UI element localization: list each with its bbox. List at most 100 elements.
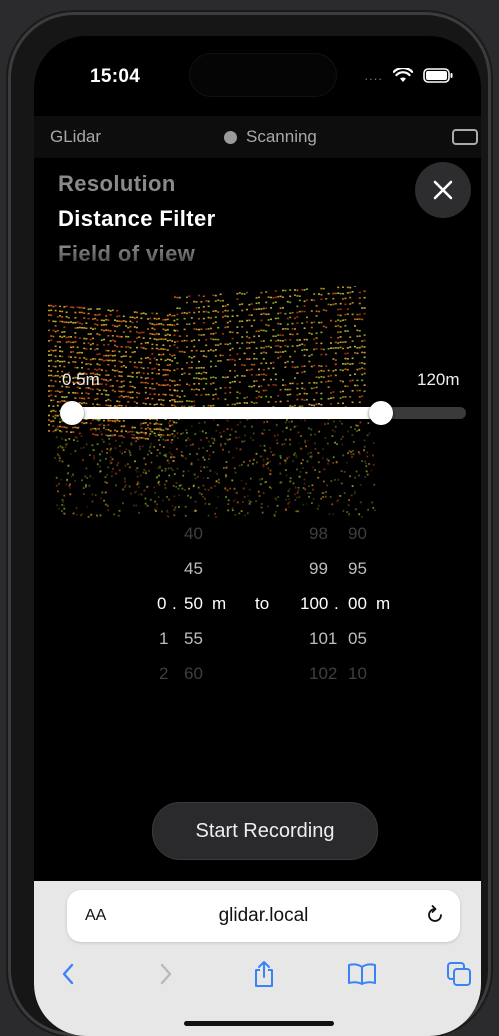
point-cloud-dot [76, 352, 79, 354]
point-cloud-dot [52, 409, 55, 412]
point-cloud-dot [243, 496, 246, 498]
point-cloud-dot [263, 444, 266, 447]
point-cloud-dot [103, 499, 105, 502]
share-button[interactable] [244, 954, 284, 994]
picker-min-fraction[interactable]: 50 [184, 594, 203, 614]
distance-picker[interactable]: 40 98 90 45 99 95 0 . 50 m to 100 . 00 m… [34, 524, 481, 684]
point-cloud-dot [238, 464, 241, 467]
close-button[interactable] [415, 162, 471, 218]
point-cloud-dot [173, 508, 176, 511]
menu-item-resolution[interactable]: Resolution [58, 170, 216, 205]
point-cloud-dot [228, 450, 230, 453]
point-cloud-dot [205, 372, 208, 374]
point-cloud-dot [207, 350, 210, 352]
point-cloud-dot [153, 393, 156, 395]
point-cloud-dot [337, 324, 340, 327]
point-cloud-dot [332, 297, 335, 300]
point-cloud-dot [130, 492, 132, 495]
point-cloud-dot [89, 422, 92, 425]
point-cloud-dot [92, 419, 94, 421]
point-cloud-dot [316, 507, 319, 510]
point-cloud-dot [101, 450, 103, 453]
point-cloud-dot [61, 320, 64, 323]
point-cloud-dot [331, 435, 334, 437]
point-cloud-dot [121, 452, 124, 455]
picker-max-fraction[interactable]: 00 [348, 594, 367, 614]
point-cloud-dot [57, 446, 60, 449]
tabs-button[interactable] [439, 954, 479, 994]
bookmarks-button[interactable] [342, 954, 382, 994]
picker-max-whole[interactable]: 100 [300, 594, 328, 614]
distance-range-slider[interactable] [60, 401, 466, 425]
point-cloud-dot [107, 359, 110, 362]
point-cloud-dot [317, 452, 320, 454]
point-cloud-dot [349, 286, 352, 289]
point-cloud-dot [322, 325, 325, 328]
point-cloud-dot [99, 430, 102, 433]
picker-min-whole[interactable]: 0 [157, 594, 166, 614]
point-cloud-dot [334, 292, 337, 295]
forward-button[interactable] [146, 954, 186, 994]
point-cloud-dot [96, 463, 99, 466]
point-cloud-dot [136, 316, 138, 319]
point-cloud-dot [61, 460, 64, 463]
point-cloud-dot [195, 394, 198, 396]
point-cloud-dot [74, 392, 77, 394]
point-cloud-dot [315, 382, 318, 384]
point-cloud-dot [124, 451, 126, 453]
point-cloud-dot [111, 369, 114, 371]
point-cloud-dot [67, 317, 70, 319]
point-cloud-dot [127, 336, 130, 338]
point-cloud-dot [332, 358, 335, 360]
point-cloud-dot [213, 485, 216, 488]
point-cloud-dot [339, 302, 342, 305]
point-cloud-dot [103, 329, 105, 332]
point-cloud-dot [129, 316, 132, 319]
point-cloud-dot [310, 365, 313, 368]
point-cloud-dot [329, 496, 332, 498]
point-cloud-dot [231, 337, 234, 340]
point-cloud-dot [202, 306, 205, 308]
slider-min-thumb[interactable] [60, 401, 84, 425]
point-cloud-dot [169, 334, 171, 336]
point-cloud-dot [373, 483, 376, 486]
point-cloud-dot [258, 330, 260, 332]
point-cloud-dot [142, 337, 145, 339]
point-cloud-dot [129, 330, 132, 333]
point-cloud-dot [176, 340, 179, 343]
reload-icon[interactable] [424, 904, 446, 926]
point-cloud-dot [103, 359, 105, 362]
point-cloud-dot [67, 336, 70, 338]
point-cloud-dot [262, 465, 265, 468]
point-cloud-dot [322, 480, 325, 483]
point-cloud-dot [65, 426, 68, 429]
point-cloud-dot [217, 424, 220, 427]
point-cloud-dot [155, 347, 158, 350]
picker-cell: 60 [184, 664, 203, 683]
back-button[interactable] [48, 954, 88, 994]
point-cloud-dot [94, 494, 97, 496]
point-cloud-dot [222, 305, 224, 307]
address-bar[interactable]: AA glidar.local [67, 890, 460, 942]
point-cloud-dot [140, 331, 143, 334]
point-cloud-dot [116, 400, 119, 402]
point-cloud-dot [303, 289, 306, 291]
point-cloud-dot [339, 391, 342, 393]
point-cloud-dot [288, 488, 291, 491]
point-cloud-dot [205, 355, 208, 358]
point-cloud-dot [59, 355, 61, 357]
point-cloud-dot [265, 323, 268, 326]
point-cloud-dot [108, 438, 111, 440]
point-cloud-dot [230, 428, 233, 431]
point-cloud-dot [241, 342, 244, 345]
menu-item-distance-filter[interactable]: Distance Filter [58, 205, 216, 240]
menu-item-field-of-view[interactable]: Field of view [58, 240, 216, 275]
start-recording-button[interactable]: Start Recording [152, 802, 378, 860]
point-cloud-dot [289, 295, 292, 298]
point-cloud-dot [76, 346, 79, 349]
point-cloud-dot [149, 317, 152, 320]
point-cloud-dot [171, 505, 174, 507]
point-cloud-dot [114, 354, 116, 357]
point-cloud-dot [262, 492, 265, 494]
point-cloud-dot [88, 515, 91, 517]
